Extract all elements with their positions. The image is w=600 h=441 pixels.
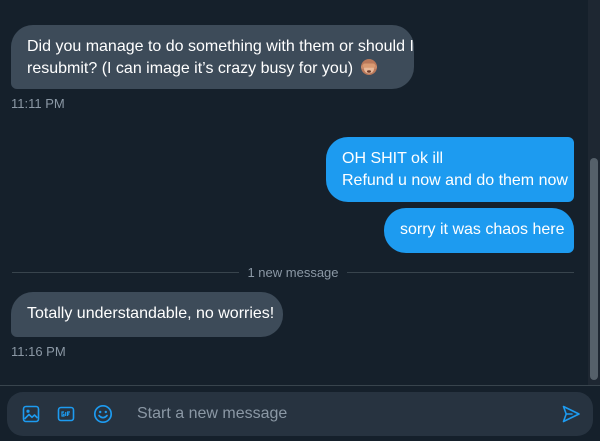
new-message-label: 1 new message xyxy=(247,264,339,280)
divider-line xyxy=(346,271,574,273)
gif-icon[interactable] xyxy=(54,402,78,426)
message-text-line: Refund u now and do them now xyxy=(342,172,568,189)
message-bubble-incoming[interactable]: Totally understandable, no worries! xyxy=(11,292,283,337)
message-bubble-outgoing[interactable]: OH SHIT ok ill Refund u now and do them … xyxy=(326,137,574,202)
send-icon[interactable] xyxy=(559,402,583,426)
emoji-icon[interactable] xyxy=(91,402,115,426)
message-timestamp: 11:16 PM xyxy=(11,344,66,359)
scrollbar-thumb[interactable] xyxy=(590,158,598,380)
new-message-divider: 1 new message xyxy=(12,262,574,282)
message-bubble-incoming[interactable]: Did you manage to do something with them… xyxy=(11,25,414,89)
message-text: Totally understandable, no worries! xyxy=(27,305,275,322)
message-bubble-outgoing[interactable]: sorry it was chaos here xyxy=(384,208,574,253)
message-text-line: OH SHIT ok ill xyxy=(342,150,444,167)
message-timestamp: 11:11 PM xyxy=(11,96,65,111)
message-text: sorry it was chaos here xyxy=(400,221,565,238)
message-composer: Start a new message xyxy=(7,392,593,436)
message-text-line: Did you manage to do something with them… xyxy=(27,38,414,55)
composer-area: Start a new message xyxy=(0,385,600,441)
message-input[interactable]: Start a new message xyxy=(137,404,287,424)
message-text-line: resubmit? (I can image it’s crazy busy f… xyxy=(27,60,354,77)
see-no-evil-monkey-emoji-icon xyxy=(360,59,377,75)
dm-conversation: Did you manage to do something with them… xyxy=(0,0,600,441)
image-icon[interactable] xyxy=(19,402,43,426)
divider-line xyxy=(12,271,240,273)
message-thread: Did you manage to do something with them… xyxy=(0,0,588,385)
scrollbar[interactable] xyxy=(588,0,600,385)
